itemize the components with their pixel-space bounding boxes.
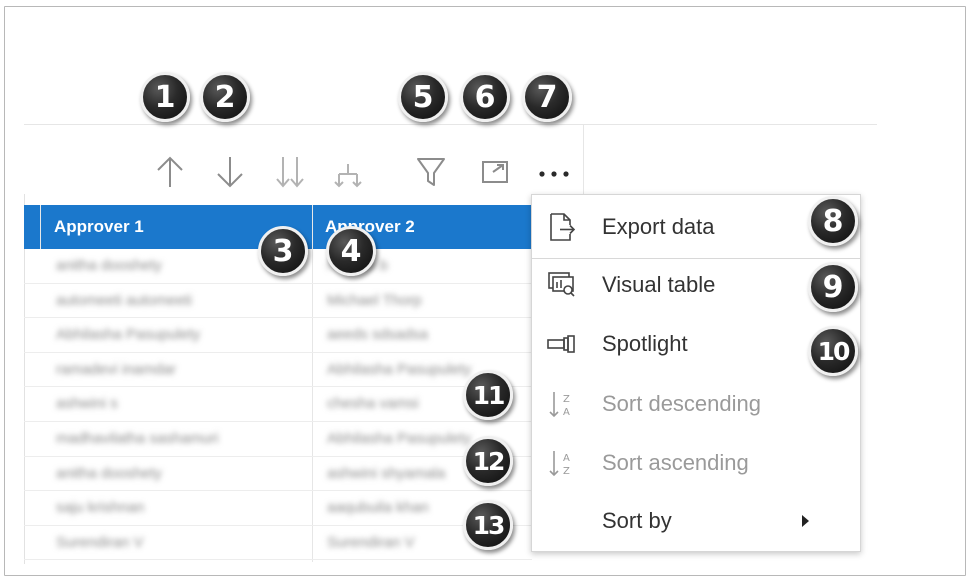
svg-text:A: A [563, 407, 570, 418]
table-row[interactable]: anitha dooshety ashwini shyamala [24, 457, 532, 492]
callout-4: 4 [326, 226, 376, 276]
more-options-icon [539, 171, 569, 177]
table-row[interactable]: saju krishnan aaqubuila khan [24, 491, 532, 526]
callout-2: 2 [200, 72, 250, 122]
svg-text:Z: Z [563, 394, 570, 405]
menu-label: Sort by [602, 508, 672, 533]
menu-label: Spotlight [602, 331, 688, 356]
expand-next-level-button[interactable] [330, 152, 366, 192]
visual-table-icon [546, 270, 576, 300]
approver-1-cell: ashwini s [56, 395, 118, 413]
table-row[interactable]: ramadevi inamdar Abhilasha Pasupulety [24, 353, 532, 388]
focus-mode-button[interactable] [477, 152, 513, 192]
focus-mode-icon [482, 161, 508, 183]
callout-12: 12 [463, 436, 513, 486]
filter-button[interactable] [413, 152, 449, 192]
menu-label: Visual table [602, 272, 716, 297]
expand-hierarchy-icon [334, 164, 362, 188]
approver-1-cell: madhavilatha sashamuri [56, 429, 219, 447]
table-row[interactable]: ashwini s chesha vamsi [24, 387, 532, 422]
more-options-button[interactable] [536, 152, 572, 192]
visual-right-border [583, 125, 584, 197]
filter-icon [417, 158, 445, 186]
approver-1-cell: automeeti automeeti [56, 291, 192, 309]
sort-ascending-icon: A Z [546, 448, 576, 478]
export-data-icon [546, 212, 576, 242]
callout-3: 3 [258, 226, 308, 276]
sort-down-arrow-icon [217, 157, 243, 188]
svg-text:A: A [563, 453, 570, 464]
table-row[interactable]: Surendiran V Surendiran V [24, 526, 532, 561]
menu-item-sort-by[interactable]: Sort by [532, 492, 860, 550]
table-body: anitha dooshety Naresh b automeeti autom… [24, 249, 532, 561]
submenu-arrow-icon [802, 515, 809, 527]
menu-label: Sort descending [602, 391, 761, 416]
menu-label: Export data [602, 214, 715, 239]
approver-2-cell: Michael Thorp [327, 291, 422, 309]
callout-8: 8 [808, 196, 858, 246]
drill-down-button[interactable] [212, 152, 248, 192]
more-options-menu: Export data Visual table Spotlight Z A S… [531, 194, 861, 552]
callout-11: 11 [463, 370, 513, 420]
approver-1-cell: anitha dooshety [56, 464, 162, 482]
expand-all-down-icon [276, 157, 304, 188]
callout-6: 6 [460, 72, 510, 122]
visual-header-divider [24, 124, 877, 125]
callout-9: 9 [808, 262, 858, 312]
svg-text:Z: Z [563, 466, 570, 477]
approver-2-cell: aeeds sdsadsa [327, 326, 428, 344]
table-row[interactable]: madhavilatha sashamuri Abhilasha Pasupul… [24, 422, 532, 457]
callout-7: 7 [522, 72, 572, 122]
callout-1: 1 [140, 72, 190, 122]
approver-1-cell: ramadevi inamdar [56, 360, 177, 378]
menu-item-sort-descending[interactable]: Z A Sort descending [532, 375, 860, 433]
approver-1-cell: Abhilasha Pasupulety [56, 326, 201, 344]
header-separator [40, 205, 41, 249]
approver-1-cell: saju krishnan [56, 499, 145, 517]
drill-up-button[interactable] [152, 152, 188, 192]
sort-up-arrow-icon [157, 156, 183, 187]
menu-label: Sort ascending [602, 450, 749, 475]
spotlight-icon [546, 329, 576, 359]
sort-descending-icon: Z A [546, 389, 576, 419]
go-to-next-level-button[interactable] [272, 152, 308, 192]
table-row[interactable]: automeeti automeeti Michael Thorp [24, 284, 532, 319]
menu-item-sort-ascending[interactable]: A Z Sort ascending [532, 434, 860, 492]
table-row[interactable]: Abhilasha Pasupulety aeeds sdsadsa [24, 318, 532, 353]
approver-1-cell: Surendiran V [56, 533, 144, 551]
callout-13: 13 [463, 500, 513, 550]
callout-10: 10 [808, 326, 858, 376]
callout-5: 5 [398, 72, 448, 122]
